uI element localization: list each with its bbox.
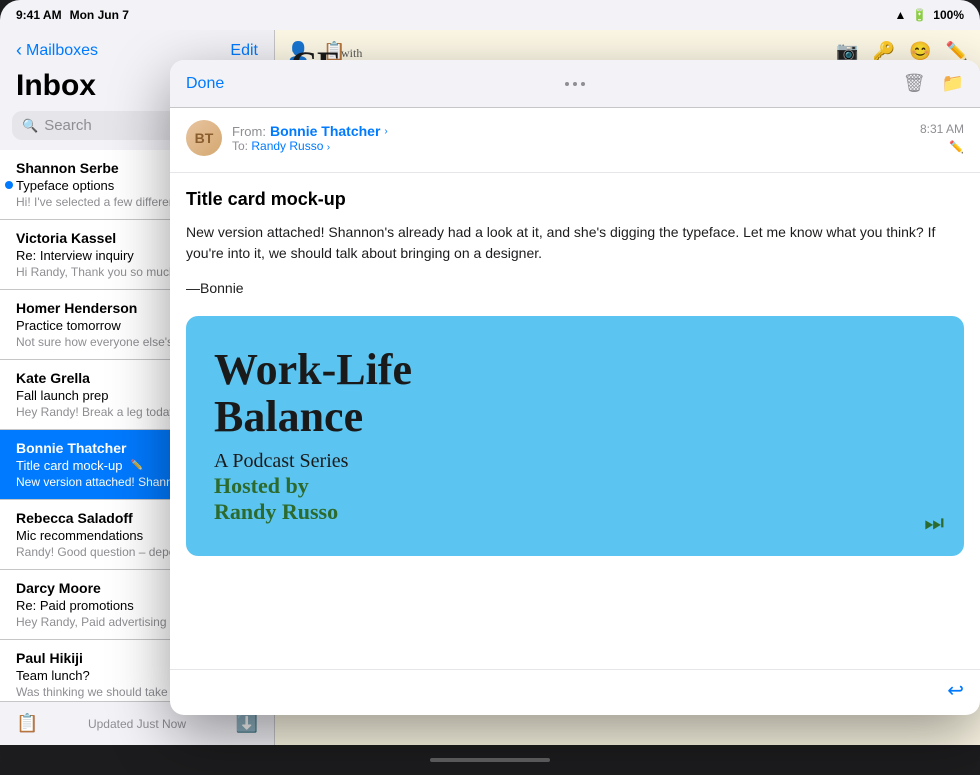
battery-icon: 🔋 xyxy=(912,8,927,22)
from-row: BT From: Bonnie Thatcher › To: Randy Rus… xyxy=(186,120,964,156)
back-chevron-icon: ‹ xyxy=(16,40,22,61)
edited-indicator: ✏️ xyxy=(130,460,142,471)
hosted-by-label: Hosted by xyxy=(214,473,309,498)
email-body: Title card mock-up New version attached!… xyxy=(170,173,980,669)
sender-name: Homer Henderson xyxy=(16,300,137,316)
sender-name: Bonnie Thatcher xyxy=(16,440,126,456)
from-label: From: xyxy=(232,124,266,139)
email-header: BT From: Bonnie Thatcher › To: Randy Rus… xyxy=(170,108,980,173)
hosted-by-name: Randy Russo xyxy=(214,499,338,524)
home-indicator xyxy=(430,758,550,762)
avatar: BT xyxy=(186,120,222,156)
sender-name: Victoria Kassel xyxy=(16,230,116,246)
to-label: To: xyxy=(232,139,248,153)
sender-name: Rebecca Saladoff xyxy=(16,510,133,526)
email-timestamp: 8:31 AM xyxy=(920,122,964,136)
email-body-text: New version attached! Shannon's already … xyxy=(186,222,964,264)
search-icon: 🔍 xyxy=(22,118,38,134)
status-bar-left: 9:41 AM Mon Jun 7 xyxy=(16,8,129,22)
mailboxes-label: Mailboxes xyxy=(26,42,98,60)
mailboxes-back-button[interactable]: ‹ Mailboxes xyxy=(16,40,98,61)
updated-text: Updated Just Now xyxy=(88,717,186,731)
email-signature: —Bonnie xyxy=(186,280,964,296)
modal-toolbar: Done 🗑 📁 xyxy=(170,60,980,108)
sender-name: Kate Grella xyxy=(16,370,90,386)
wifi-icon: ▲ xyxy=(894,8,906,22)
sender-name: Paul Hikiji xyxy=(16,650,83,666)
avatar-initials: BT xyxy=(195,130,214,146)
main-area: ‹ Mailboxes Edit Inbox 🔍 Search 🎤 Shanno… xyxy=(0,30,980,745)
unread-indicator xyxy=(5,181,13,189)
reply-button[interactable]: ↩ xyxy=(947,678,964,703)
recipient-chevron-icon: › xyxy=(327,142,330,153)
recipient-name[interactable]: Randy Russo xyxy=(251,139,323,153)
drag-dot xyxy=(565,82,569,86)
drag-dot xyxy=(581,82,585,86)
timestamp-column: 8:31 AM ✏️ xyxy=(920,122,964,154)
trash-icon[interactable]: 🗑 xyxy=(903,73,926,94)
status-bar: 9:41 AM Mon Jun 7 ▲ 🔋 100% xyxy=(0,0,980,30)
sender-chevron-icon: › xyxy=(384,126,387,137)
battery-percent: 100% xyxy=(933,8,964,22)
play-button[interactable]: ⏭ xyxy=(924,510,944,536)
edit-button[interactable]: Edit xyxy=(230,42,258,60)
download-icon[interactable]: ⬇️ xyxy=(236,713,258,734)
sender-name: Shannon Serbe xyxy=(16,160,119,176)
compose-icon[interactable]: 📋 xyxy=(16,713,38,734)
podcast-title: Work-LifeBalance xyxy=(214,347,936,439)
podcast-card: Work-LifeBalance A Podcast Series Hosted… xyxy=(186,316,964,556)
email-footer: ↩ xyxy=(170,669,980,715)
sender-name: Darcy Moore xyxy=(16,580,101,596)
podcast-subtitle-a: A Podcast Series xyxy=(214,450,936,473)
sender-name-modal[interactable]: Bonnie Thatcher xyxy=(270,123,380,139)
from-details: From: Bonnie Thatcher › To: Randy Russo … xyxy=(232,123,910,153)
status-time: 9:41 AM xyxy=(16,8,62,22)
drag-dot xyxy=(573,82,577,86)
email-subject-modal: Title card mock-up xyxy=(186,189,964,210)
email-modal: Done 🗑 📁 BT xyxy=(170,60,980,715)
from-line: From: Bonnie Thatcher › xyxy=(232,123,910,139)
to-line: To: Randy Russo › xyxy=(232,139,910,153)
drag-handle xyxy=(565,82,585,86)
podcast-hosted-by: Hosted by Randy Russo xyxy=(214,473,936,525)
folder-icon[interactable]: 📁 xyxy=(942,73,964,94)
ipad-frame: 9:41 AM Mon Jun 7 ▲ 🔋 100% ‹ Mailboxes E… xyxy=(0,0,980,775)
bottom-bar xyxy=(0,745,980,775)
status-bar-right: ▲ 🔋 100% xyxy=(894,8,964,22)
done-button[interactable]: Done xyxy=(186,75,224,93)
pencil-icon: ✏️ xyxy=(949,140,964,154)
status-date: Mon Jun 7 xyxy=(70,8,129,22)
modal-right-icons: 🗑 📁 xyxy=(903,73,964,94)
